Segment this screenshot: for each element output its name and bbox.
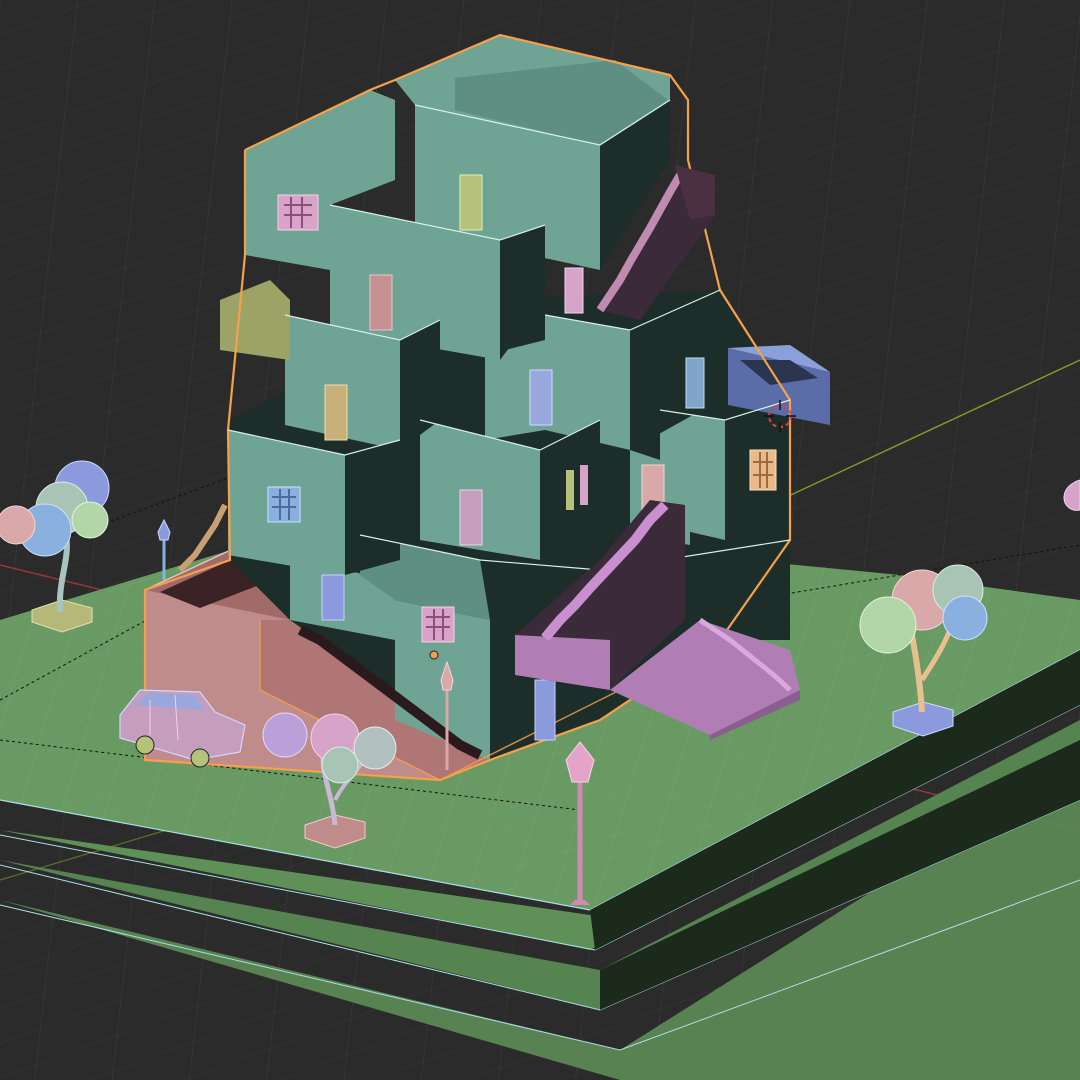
door [564, 267, 584, 314]
door [321, 574, 345, 621]
door [459, 489, 483, 546]
door [459, 174, 483, 231]
object-origin [429, 650, 439, 660]
door [685, 357, 705, 409]
door [580, 465, 588, 505]
viewport-canvas[interactable] [0, 0, 1080, 1080]
door [529, 369, 553, 426]
door [566, 470, 574, 510]
window [421, 606, 455, 643]
door [324, 384, 348, 441]
window [277, 194, 319, 231]
3d-viewport[interactable] [0, 0, 1080, 1080]
door [534, 679, 556, 741]
window [267, 486, 301, 523]
window [749, 449, 777, 491]
door [369, 274, 393, 331]
